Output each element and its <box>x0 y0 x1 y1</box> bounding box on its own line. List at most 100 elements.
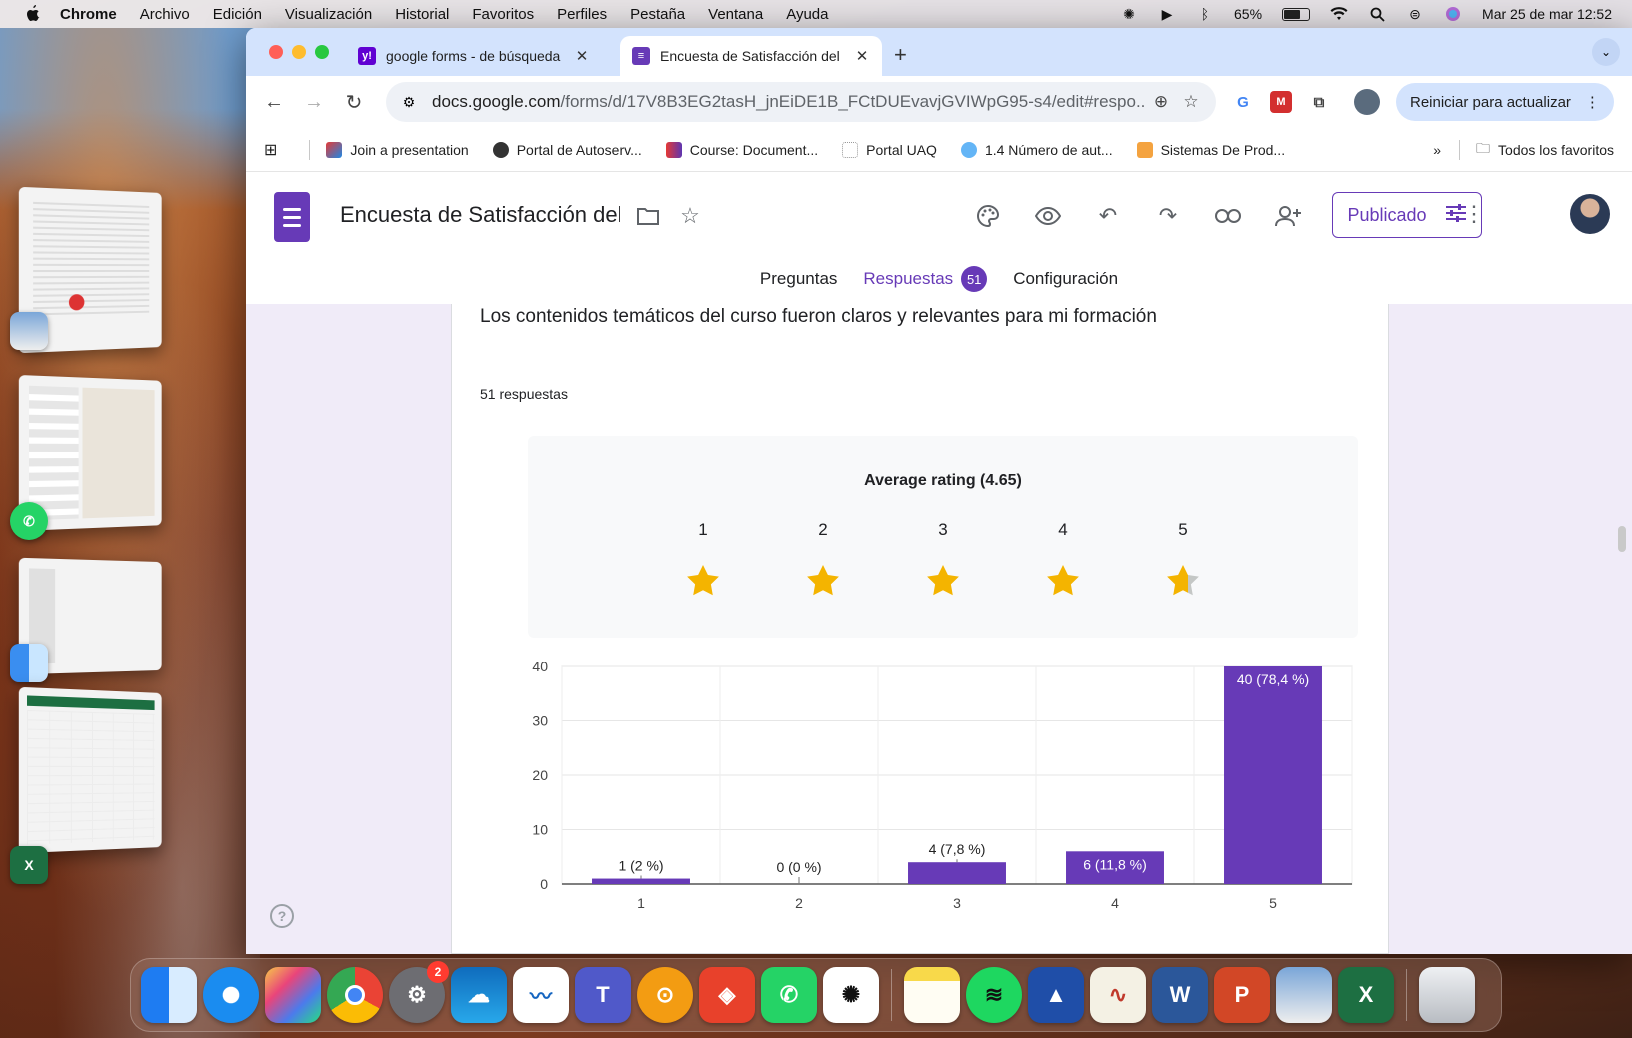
tab-preguntas[interactable]: Preguntas <box>760 266 838 306</box>
bookmark-numero-aut[interactable]: 1.4 Número de aut... <box>960 141 1113 158</box>
link-icon[interactable] <box>1212 200 1244 232</box>
redo-icon[interactable]: ↷ <box>1152 200 1184 232</box>
profile-avatar-icon[interactable] <box>1354 89 1380 115</box>
bookmark-sistemas-prod[interactable]: Sistemas De Prod... <box>1136 141 1285 158</box>
x-tick-label: 4 <box>1111 895 1119 911</box>
play-status-icon[interactable]: ▶ <box>1158 6 1176 22</box>
menu-app-name[interactable]: Chrome <box>60 6 117 23</box>
system-settings-icon[interactable]: ⚙ 2 <box>389 961 449 1023</box>
preview-eye-icon[interactable] <box>1032 200 1064 232</box>
finder-mini-icon[interactable] <box>10 644 48 682</box>
freeform-icon[interactable]: 〰 <box>513 967 569 1023</box>
minimize-window-button[interactable] <box>292 45 306 59</box>
more-options-icon[interactable]: ⋮ <box>1458 198 1490 230</box>
bookmark-cloud-icon <box>960 141 977 158</box>
all-bookmarks-folder[interactable]: 🗀 Todos los favoritos <box>1476 138 1614 162</box>
bluetooth-icon[interactable]: ᛒ <box>1196 6 1214 22</box>
close-tab-icon[interactable]: ✕ <box>574 47 590 65</box>
affinity-icon[interactable]: ▲ <box>1028 967 1084 1023</box>
trash-icon[interactable] <box>1419 967 1475 1023</box>
siri-icon[interactable] <box>1444 6 1462 22</box>
menubar-clock[interactable]: Mar 25 de mar 12:52 <box>1482 6 1612 22</box>
zoom-icon[interactable]: ⊕ <box>1146 92 1176 112</box>
apps-grid-icon[interactable]: ⊞ <box>264 140 277 160</box>
undo-icon[interactable]: ↶ <box>1092 200 1124 232</box>
close-window-button[interactable] <box>269 45 283 59</box>
url-text[interactable]: docs.google.com/forms/d/17V8B3EG2tasH_jn… <box>432 92 1146 112</box>
bookmark-star-icon[interactable]: ☆ <box>1176 92 1206 112</box>
extension-red-icon[interactable]: M <box>1270 91 1292 113</box>
menu-ventana[interactable]: Ventana <box>708 6 763 23</box>
tab-configuracion[interactable]: Configuración <box>1013 266 1118 306</box>
more-bookmarks-icon[interactable]: » <box>1433 142 1441 158</box>
chatgpt-icon[interactable]: ✺ <box>823 967 879 1023</box>
address-bar[interactable]: ⚙ docs.google.com/forms/d/17V8B3EG2tasH_… <box>386 82 1216 122</box>
chrome-icon[interactable] <box>327 967 383 1023</box>
word-icon[interactable]: W <box>1152 967 1208 1023</box>
menu-perfiles[interactable]: Perfiles <box>557 6 607 23</box>
zoom-window-button[interactable] <box>315 45 329 59</box>
star-icon <box>807 565 839 596</box>
spotlight-search-icon[interactable] <box>1368 6 1386 22</box>
back-icon[interactable]: ← <box>256 84 292 120</box>
tab-respuestas[interactable]: Respuestas 51 <box>851 266 999 307</box>
site-info-icon[interactable]: ⚙ <box>396 89 422 115</box>
google-forms-logo-icon[interactable] <box>274 192 310 242</box>
move-folder-icon[interactable] <box>632 200 664 232</box>
excel-icon[interactable]: X <box>1338 967 1394 1023</box>
close-tab-icon[interactable]: ✕ <box>854 47 870 65</box>
powerpoint-icon[interactable]: P <box>1214 967 1270 1023</box>
menu-historial[interactable]: Historial <box>395 6 449 23</box>
launchpad-icon[interactable] <box>265 967 321 1023</box>
anydesk-icon[interactable]: ◈ <box>699 967 755 1023</box>
preview-app-icon[interactable] <box>10 312 48 350</box>
menu-edicion[interactable]: Edición <box>213 6 262 23</box>
account-avatar[interactable] <box>1570 194 1610 234</box>
palette-icon[interactable] <box>972 200 1004 232</box>
relaunch-update-button[interactable]: Reiniciar para actualizar ⋮ <box>1396 83 1614 121</box>
control-center-icon[interactable]: ⊜ <box>1406 6 1424 22</box>
star-icon[interactable]: ☆ <box>674 200 706 232</box>
add-collaborator-icon[interactable] <box>1272 200 1304 232</box>
excel-mini-icon[interactable]: X <box>10 846 48 884</box>
menu-favoritos[interactable]: Favoritos <box>472 6 534 23</box>
bookmark-portal-uaq[interactable]: Portal UAQ <box>842 141 937 158</box>
extensions-puzzle-icon[interactable]: ⧉ <box>1304 87 1334 117</box>
bookmark-portal-autoservicio[interactable]: Portal de Autoserv... <box>492 141 642 158</box>
forward-icon[interactable]: → <box>296 84 332 120</box>
apple-menu-icon[interactable] <box>22 3 44 25</box>
help-icon[interactable]: ? <box>270 904 294 928</box>
teams-icon[interactable]: T <box>575 967 631 1023</box>
average-rating-panel: Average rating (4.65) 1 2 3 4 5 <box>528 436 1358 638</box>
stage-window-excel[interactable] <box>18 686 162 854</box>
whatsapp-icon[interactable]: ✆ <box>761 967 817 1023</box>
form-title[interactable]: Encuesta de Satisfacción del <box>340 202 620 228</box>
wifi-icon[interactable] <box>1330 6 1348 22</box>
onedrive-icon[interactable]: ☁ <box>451 967 507 1023</box>
preview-icon[interactable] <box>1276 967 1332 1023</box>
bookmark-course-document[interactable]: Course: Document... <box>665 141 818 158</box>
tab-forms-survey[interactable]: ≡ Encuesta de Satisfacción del ✕ <box>620 36 882 76</box>
whatsapp-mini-icon[interactable]: ✆ <box>10 502 48 540</box>
spotify-icon[interactable]: ≋ <box>966 967 1022 1023</box>
tab-google-search[interactable]: y! google forms - de búsqueda ✕ <box>346 36 602 76</box>
menu-archivo[interactable]: Archivo <box>140 6 190 23</box>
google-translate-icon[interactable]: G <box>1228 87 1258 117</box>
bookmark-join-presentation[interactable]: Join a presentation <box>326 141 469 158</box>
tab-search-icon[interactable]: ⌄ <box>1592 38 1620 66</box>
vpn-icon[interactable]: ⊙ <box>637 967 693 1023</box>
page-scrollbar[interactable] <box>1618 526 1626 552</box>
menu-pestana[interactable]: Pestaña <box>630 6 685 23</box>
menu-visualizacion[interactable]: Visualización <box>285 6 372 23</box>
grapher-icon[interactable]: ∿ <box>1090 967 1146 1023</box>
finder-icon[interactable] <box>141 967 197 1023</box>
battery-icon[interactable] <box>1282 7 1311 21</box>
new-tab-icon[interactable]: + <box>894 42 907 68</box>
safari-icon[interactable] <box>203 967 259 1023</box>
menu-ayuda[interactable]: Ayuda <box>786 6 828 23</box>
bookmark-globe-icon <box>492 141 509 158</box>
question-title: Los contenidos temáticos del curso fuero… <box>480 306 1157 327</box>
reload-icon[interactable]: ↻ <box>336 84 372 120</box>
notes-icon[interactable] <box>904 967 960 1023</box>
openai-status-icon[interactable]: ✺ <box>1120 6 1138 22</box>
